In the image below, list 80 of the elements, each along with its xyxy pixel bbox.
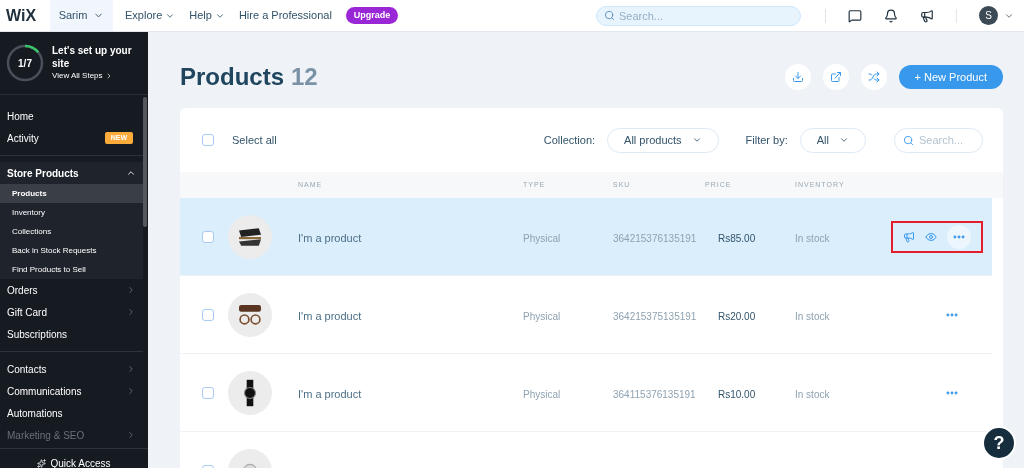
caret-icon <box>691 135 702 145</box>
product-row[interactable]: I'm a product Physical 364215376135191 Rs85.00 In stock <box>180 198 992 276</box>
nav-item[interactable]: Communications <box>0 380 143 402</box>
logo[interactable]: WiX <box>0 3 50 28</box>
nav-subitem[interactable]: Inventory <box>0 203 143 222</box>
search-field[interactable]: Search... <box>596 5 801 26</box>
select-all-label[interactable]: Select all <box>232 131 277 149</box>
nav-subitem[interactable]: Find Products to Sell <box>0 260 143 279</box>
table-search-field[interactable]: Search... <box>894 127 983 153</box>
product-type: Physical <box>523 388 561 400</box>
shuffle-icon <box>867 71 880 83</box>
product-thumbnail <box>228 370 272 415</box>
promote-icon[interactable] <box>903 230 915 243</box>
product-sku: 364215376135191 <box>613 232 697 244</box>
inventory-status: In stock <box>795 388 830 400</box>
chevron-icon <box>126 285 136 295</box>
checkbox[interactable] <box>202 308 214 321</box>
view-icon[interactable] <box>925 230 937 243</box>
product-name[interactable]: I'm a product <box>298 231 362 244</box>
filter-label: Filter by: <box>745 132 788 148</box>
search-icon <box>903 134 914 146</box>
product-type: Physical <box>523 232 561 244</box>
shuffle-button[interactable] <box>860 64 887 90</box>
export-button[interactable] <box>822 64 849 90</box>
setup-title: Let's set up your site <box>52 44 133 70</box>
caret-icon <box>839 135 849 145</box>
sparkle-icon <box>37 459 47 468</box>
download-icon <box>791 71 804 83</box>
checkbox[interactable] <box>202 230 214 243</box>
chat-icon[interactable] <box>848 8 862 23</box>
site-selector[interactable]: Sarim <box>50 0 113 31</box>
page-title: Products <box>180 62 284 92</box>
external-link-icon <box>829 71 842 83</box>
chevron-icon <box>126 364 136 374</box>
nav-subitem[interactable]: Products <box>0 184 143 203</box>
product-type: Physical <box>523 310 561 322</box>
scrollbar[interactable] <box>143 97 147 227</box>
product-price: Rs85.00 <box>717 232 756 244</box>
collection-label: Collection: <box>543 132 596 148</box>
product-name[interactable]: I'm a product <box>298 387 362 400</box>
product-count: 12 <box>291 62 318 92</box>
view-steps-link[interactable]: View All Steps <box>52 70 142 82</box>
chevron-icon <box>126 386 136 396</box>
nav-item[interactable]: Orders <box>0 279 143 301</box>
checkbox[interactable] <box>202 134 214 146</box>
product-sku: 364115376135191 <box>613 388 696 400</box>
product-price: Rs10.00 <box>717 388 756 400</box>
product-thumbnail <box>228 292 272 337</box>
nav-menu[interactable]: Help <box>189 7 225 24</box>
progress-ring: 1/7 <box>6 44 44 82</box>
nav-subitem[interactable]: Collections <box>0 222 143 241</box>
megaphone-icon[interactable] <box>920 8 934 23</box>
product-name[interactable]: I'm a product <box>298 309 362 322</box>
nav-menu[interactable]: Hire a Professional <box>238 7 332 24</box>
nav-item[interactable]: Automations <box>0 402 70 424</box>
nav-item[interactable]: Home <box>0 105 41 127</box>
notifications-icon[interactable] <box>884 8 898 23</box>
nav-group[interactable]: Store Products <box>0 162 143 184</box>
inventory-status: In stock <box>795 232 830 244</box>
user-avatar[interactable]: S <box>979 6 998 25</box>
chevron-icon <box>126 430 136 440</box>
nav-item[interactable]: Subscriptions <box>0 323 75 345</box>
help-button[interactable]: ? <box>982 426 1016 460</box>
product-sku: 364215375135191 <box>613 310 697 322</box>
chevron-icon <box>126 307 136 317</box>
nav-item[interactable]: Contacts <box>0 358 143 380</box>
checkbox[interactable] <box>202 386 214 399</box>
nav-item[interactable]: Gift Card <box>0 301 143 323</box>
inventory-status: In stock <box>795 310 830 322</box>
search-icon <box>604 10 615 21</box>
import-button[interactable] <box>784 64 811 90</box>
product-price: Rs20.00 <box>717 310 756 322</box>
upgrade-button[interactable]: Upgrade <box>345 6 399 25</box>
chevron-icon <box>126 168 136 178</box>
more-actions-button[interactable] <box>947 224 971 249</box>
nav-item[interactable]: Activity <box>0 127 46 149</box>
nav-menu[interactable]: Explore <box>125 7 176 24</box>
product-thumbnail <box>228 214 272 259</box>
quick-access-button[interactable]: Quick Access <box>37 456 111 468</box>
nav-subitem[interactable]: Back in Stock Requests <box>0 241 143 260</box>
